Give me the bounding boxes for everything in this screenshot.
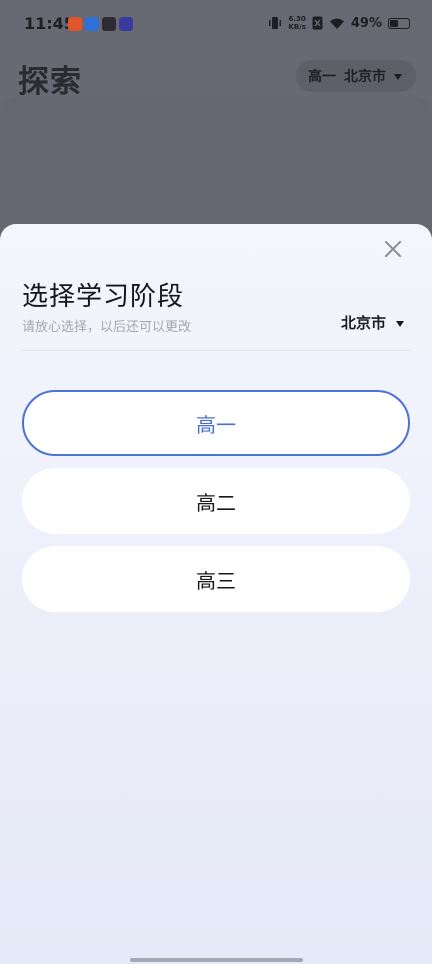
selected-city-label: 北京市 (344, 69, 386, 85)
app-notification-icon-3 (102, 17, 116, 31)
sheet-subtitle: 请放心选择，以后还可以更改 (22, 320, 192, 335)
city-dropdown-label: 北京市 (340, 314, 386, 332)
net-speed-value: 6.30 (288, 15, 306, 23)
close-icon[interactable] (382, 238, 404, 260)
grade-option-3[interactable]: 高三 (22, 546, 410, 612)
grade-city-selector[interactable]: 高一 北京市 (296, 60, 416, 92)
status-bar: 11:45 6.30 KB/s 49% (0, 0, 432, 48)
notification-icons (68, 17, 133, 31)
battery-icon (388, 17, 410, 29)
page-title: 探索 (18, 64, 82, 100)
city-dropdown[interactable]: 北京市 (341, 312, 404, 333)
sheet-title: 选择学习阶段 (22, 282, 185, 312)
wifi-icon (329, 18, 344, 29)
chevron-down-icon (396, 320, 404, 327)
net-speed-unit: KB/s (288, 23, 306, 31)
app-notification-icon-2 (85, 17, 99, 31)
status-right: 6.30 KB/s 49% (268, 15, 410, 31)
vibrate-icon (269, 17, 282, 29)
battery-fill (390, 19, 398, 27)
chevron-down-icon (394, 74, 402, 80)
no-sim-icon (312, 16, 323, 30)
grade-option-2[interactable]: 高二 (22, 468, 410, 534)
app-notification-icon-4 (119, 17, 133, 31)
grade-option-1[interactable]: 高一 (22, 390, 410, 456)
battery-percent: 49% (350, 15, 382, 31)
home-indicator[interactable] (130, 958, 303, 962)
selected-grade-label: 高一 (308, 69, 336, 85)
grade-selection-sheet: 选择学习阶段 请放心选择，以后还可以更改 北京市 高一 高二 高三 (0, 224, 432, 964)
net-speed: 6.30 KB/s (288, 15, 305, 31)
divider (22, 350, 410, 351)
app-notification-icon-1 (68, 17, 82, 31)
